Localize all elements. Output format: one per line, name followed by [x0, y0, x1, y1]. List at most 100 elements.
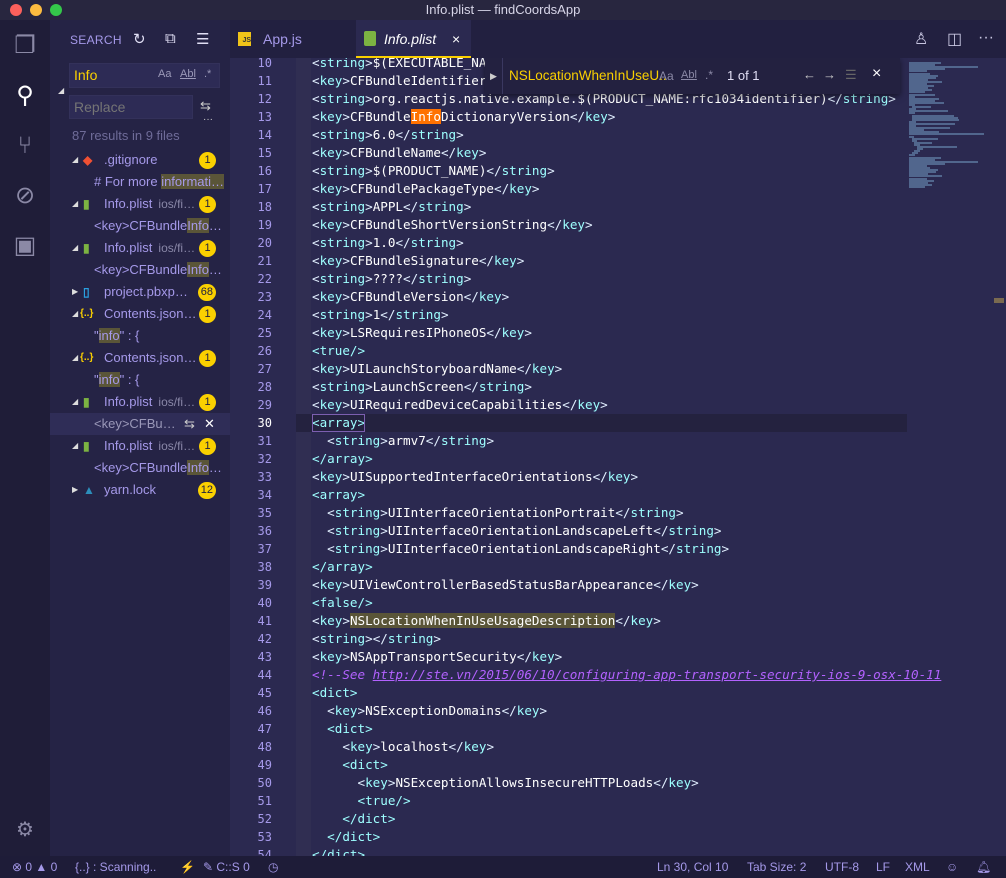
- code-line[interactable]: <key>CFBundleName</key>: [312, 144, 486, 162]
- code-line[interactable]: <string>APPL</string>: [312, 198, 471, 216]
- code-line[interactable]: <key>NSExceptionAllowsInsecureHTTPLoads<…: [312, 774, 699, 792]
- more-options-button[interactable]: ···: [203, 114, 213, 125]
- close-window-button[interactable]: [10, 4, 22, 16]
- match-case-toggle[interactable]: Aa: [659, 69, 674, 83]
- zoom-window-button[interactable]: [50, 4, 62, 16]
- code-line[interactable]: <key>CFBundlePackageType</key>: [312, 180, 540, 198]
- code-line[interactable]: <key>LSRequiresIPhoneOS</key>: [312, 324, 532, 342]
- close-find-button[interactable]: ×: [872, 65, 881, 83]
- code-line[interactable]: <string>LaunchScreen</string>: [312, 378, 532, 396]
- search-icon[interactable]: ⚲: [11, 82, 39, 110]
- result-file[interactable]: ◢ ▮ Info.plist ios/fi… 1: [50, 193, 230, 215]
- result-file[interactable]: ▶ ▯ project.pbxp… 68: [50, 281, 230, 303]
- dismiss-icon[interactable]: ✕: [204, 413, 215, 435]
- code-line[interactable]: <key>NSExceptionDomains</key>: [312, 702, 547, 720]
- feedback-smiley-icon[interactable]: ☺: [946, 856, 958, 878]
- code-line[interactable]: <true/>: [312, 792, 410, 810]
- chevron-right-icon[interactable]: ▶: [72, 479, 78, 501]
- code-line[interactable]: <string>$(PRODUCT_NAME)</string>: [312, 162, 555, 180]
- replace-input[interactable]: [74, 99, 154, 115]
- chevron-down-icon[interactable]: ◢: [72, 347, 78, 369]
- find-input[interactable]: NSLocationWhenInUseU..: [509, 68, 667, 83]
- code-line[interactable]: <array>: [312, 414, 366, 432]
- open-changes-icon[interactable]: ♙: [914, 29, 928, 49]
- code-line[interactable]: <string>armv7</string>: [312, 432, 494, 450]
- result-match[interactable]: <key>CFBundleInfo…: [50, 457, 230, 479]
- code-line[interactable]: <dict>: [312, 684, 358, 702]
- chevron-down-icon[interactable]: ◢: [72, 303, 78, 325]
- next-match-button[interactable]: →: [823, 67, 836, 82]
- result-match[interactable]: # For more informati…: [50, 171, 230, 193]
- code-line[interactable]: </dict>: [312, 810, 395, 828]
- cs-status[interactable]: ✎ C::S 0: [203, 856, 250, 878]
- result-match[interactable]: <key>CFBundleInfo…: [50, 215, 230, 237]
- clock-icon[interactable]: ◷: [268, 856, 278, 878]
- replace-all-icon[interactable]: ⇆: [200, 98, 211, 114]
- source-control-icon[interactable]: ⑂: [11, 132, 39, 160]
- result-file[interactable]: ◢ {..} Contents.json… 1: [50, 303, 230, 325]
- search-field[interactable]: Aa Abl .*: [69, 63, 220, 88]
- code-line[interactable]: <key>NSAppTransportSecurity</key>: [312, 648, 562, 666]
- result-match[interactable]: <key>CFBu… ⇆ ✕: [50, 413, 230, 435]
- result-match[interactable]: <key>CFBundleInfo…: [50, 259, 230, 281]
- tab-info-plist[interactable]: Info.plist ×: [356, 20, 471, 58]
- debug-icon[interactable]: ⊘: [11, 182, 39, 210]
- whole-word-toggle[interactable]: Abl: [180, 68, 196, 80]
- code-line[interactable]: <string>UIInterfaceOrientationPortrait</…: [312, 504, 683, 522]
- result-match[interactable]: "info" : {: [50, 325, 230, 347]
- code-line[interactable]: <string></string>: [312, 630, 441, 648]
- close-tab-icon[interactable]: ×: [452, 20, 460, 58]
- result-file[interactable]: ◢ ▮ Info.plist ios/fi… 1: [50, 237, 230, 259]
- code-line[interactable]: <false/>: [312, 594, 373, 612]
- code-line[interactable]: <string>6.0</string>: [312, 126, 464, 144]
- regex-toggle[interactable]: .*: [705, 68, 713, 82]
- code-line[interactable]: </dict>: [312, 846, 365, 856]
- code-line[interactable]: <key>UILaunchStoryboardName</key>: [312, 360, 562, 378]
- code-line[interactable]: </array>: [312, 450, 373, 468]
- code-line[interactable]: <string>UIInterfaceOrientationLandscapeR…: [312, 540, 729, 558]
- previous-match-button[interactable]: ←: [803, 67, 816, 82]
- refresh-icon[interactable]: ↻: [133, 30, 146, 48]
- scanning-status[interactable]: {..} : Scanning..: [75, 856, 156, 878]
- chevron-down-icon[interactable]: ◢: [72, 193, 78, 215]
- code-line[interactable]: <string>UIInterfaceOrientationLandscapeL…: [312, 522, 721, 540]
- result-file[interactable]: ◢ ▮ Info.plist ios/fi… 1: [50, 435, 230, 457]
- code-line[interactable]: <key>localhost</key>: [312, 738, 494, 756]
- lightning-icon[interactable]: ⚡: [180, 856, 195, 878]
- chevron-down-icon[interactable]: ◢: [72, 237, 78, 259]
- line-ending[interactable]: LF: [876, 856, 890, 878]
- result-match[interactable]: "info" : {: [50, 369, 230, 391]
- code-line[interactable]: <dict>: [312, 720, 373, 738]
- tab-size[interactable]: Tab Size: 2: [747, 856, 806, 878]
- code-line[interactable]: <string>1.0</string>: [312, 234, 464, 252]
- code-line[interactable]: </array>: [312, 558, 373, 576]
- split-editor-icon[interactable]: ◫: [947, 29, 962, 49]
- gear-icon[interactable]: ⚙: [11, 816, 39, 844]
- notifications-bell-icon[interactable]: 🔔︎: [976, 856, 991, 878]
- code-line[interactable]: <key>CFBundleInfoDictionaryVersion</key>: [312, 108, 615, 126]
- code-line[interactable]: <!--See http://ste.vn/2015/06/10/configu…: [312, 666, 941, 684]
- more-actions-icon[interactable]: ···: [978, 29, 994, 47]
- language-mode[interactable]: XML: [905, 856, 930, 878]
- minimap[interactable]: [905, 58, 1003, 856]
- minimize-window-button[interactable]: [30, 4, 42, 16]
- code-line[interactable]: <string>1</string>: [312, 306, 449, 324]
- cursor-position[interactable]: Ln 30, Col 10: [657, 856, 728, 878]
- whole-word-toggle[interactable]: Abl: [681, 69, 697, 81]
- clear-results-icon[interactable]: ☰: [196, 30, 209, 48]
- result-file[interactable]: ◢ ▮ Info.plist ios/fi… 1: [50, 391, 230, 413]
- files-icon[interactable]: ❐: [11, 32, 39, 60]
- chevron-down-icon[interactable]: ◢: [72, 149, 78, 171]
- code-line[interactable]: <true/>: [312, 342, 365, 360]
- regex-toggle[interactable]: .*: [204, 68, 211, 80]
- encoding[interactable]: UTF-8: [825, 856, 859, 878]
- code-line[interactable]: </dict>: [312, 828, 380, 846]
- replace-icon[interactable]: ⇆: [184, 413, 195, 435]
- result-file[interactable]: ◢ ◆ .gitignore 1: [50, 149, 230, 171]
- search-input[interactable]: [74, 67, 154, 83]
- scrollbar-thumb[interactable]: [994, 298, 1004, 303]
- toggle-replace-icon[interactable]: ◢: [58, 86, 64, 95]
- collapse-all-icon[interactable]: ⧉: [165, 30, 176, 47]
- code-line[interactable]: <array>: [312, 486, 365, 504]
- code-line[interactable]: <key>NSLocationWhenInUseUsageDescription…: [312, 612, 661, 630]
